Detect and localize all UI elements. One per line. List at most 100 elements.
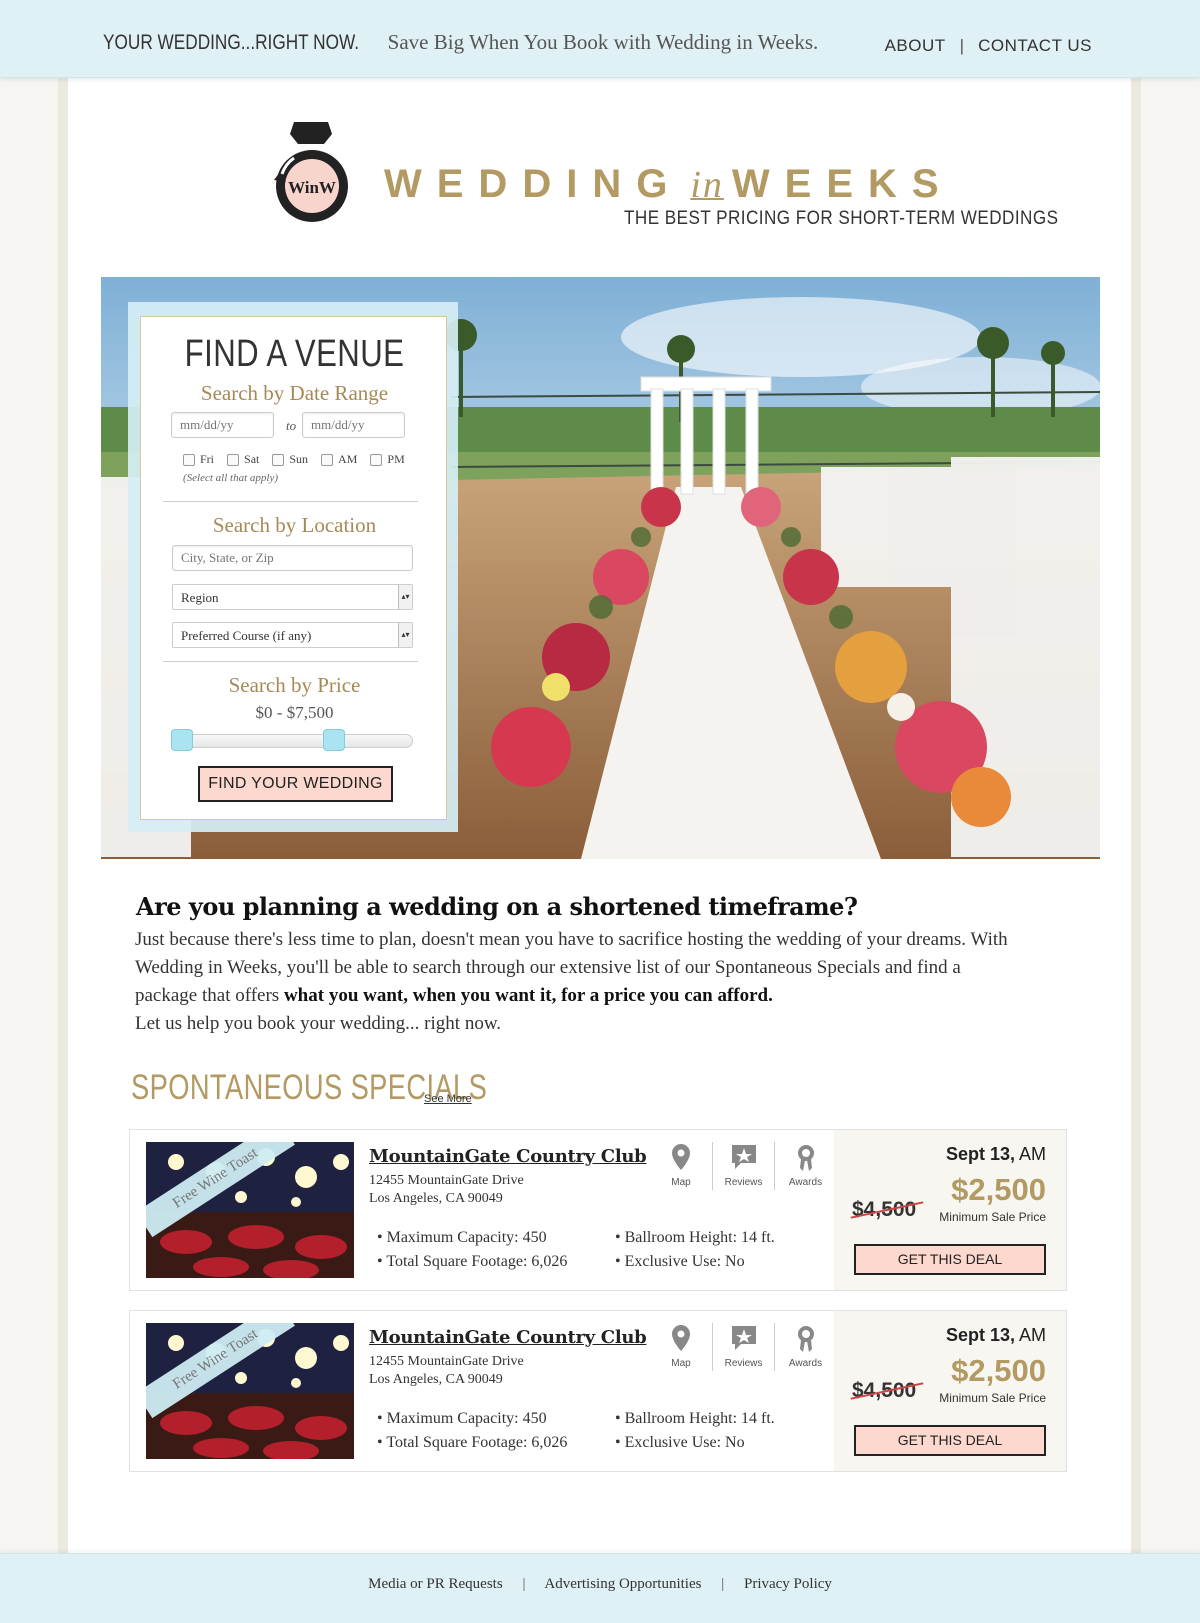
- map-label: Map: [671, 1177, 691, 1188]
- event-date-time: AM: [1014, 1144, 1046, 1164]
- get-deal-button[interactable]: GET THIS DEAL: [854, 1244, 1046, 1275]
- day-checkboxes: Fri Sat Sun AM PM: [183, 452, 405, 467]
- footer-separator: |: [721, 1576, 725, 1592]
- checkbox-sun[interactable]: Sun: [272, 452, 308, 467]
- date-range-heading: Search by Date Range: [200, 381, 389, 405]
- checkbox-am[interactable]: AM: [321, 452, 357, 467]
- reviews-action[interactable]: Reviews: [712, 1323, 774, 1371]
- map-pin-icon: [672, 1144, 690, 1170]
- special-card: Free Wine Toast MountainGate Country Clu…: [129, 1310, 1067, 1472]
- brand-wordmark: WEDDING in WEEKS: [384, 162, 954, 207]
- region-select[interactable]: Region ▴▾: [172, 584, 413, 610]
- price-heading: Search by Price: [228, 673, 361, 697]
- price-panel: Sept 13, AM $2,500 $4,500 Minimum Sale P…: [834, 1311, 1066, 1471]
- event-date: Sept 13, AM: [946, 1325, 1046, 1346]
- reviews-label: Reviews: [724, 1177, 763, 1188]
- to-label: to: [286, 418, 297, 433]
- section-divider: [163, 661, 418, 662]
- awards-label: Awards: [788, 1358, 823, 1369]
- location-heading: Search by Location: [212, 513, 377, 537]
- date-to-input[interactable]: [302, 412, 405, 438]
- event-date-time: AM: [1014, 1325, 1046, 1345]
- tagline-bold: YOUR WEDDING...RIGHT NOW.: [103, 31, 360, 54]
- see-more-link[interactable]: See More: [424, 1093, 472, 1105]
- venue-name-link[interactable]: MountainGate Country Club: [369, 1327, 647, 1348]
- checkbox-label: PM: [387, 452, 405, 466]
- address-line-2: Los Angeles, CA 90049: [369, 1191, 503, 1206]
- site-logo[interactable]: WinW WEDDING in WEEKS THE BEST PRICING FOR…: [272, 122, 1058, 242]
- features-column-left: • Maximum Capacity: 450 • Total Square F…: [377, 1407, 567, 1455]
- ring-logo-icon: WinW: [274, 122, 348, 222]
- price-range-value: $0 - $7,500: [255, 703, 334, 722]
- get-deal-button[interactable]: GET THIS DEAL: [854, 1425, 1046, 1456]
- map-action[interactable]: Map: [650, 1142, 712, 1190]
- price-panel: Sept 13, AM $2,500 $4,500 Minimum Sale P…: [834, 1130, 1066, 1290]
- price-slider-max-handle[interactable]: [322, 729, 345, 751]
- price-slider[interactable]: [171, 729, 413, 751]
- min-sale-label: Minimum Sale Price: [939, 1391, 1046, 1405]
- location-input[interactable]: [172, 545, 413, 571]
- checkbox-pm[interactable]: PM: [370, 452, 405, 467]
- nav-contact-link[interactable]: CONTACT US: [978, 36, 1092, 56]
- footer-link-advertising[interactable]: Advertising Opportunities: [544, 1576, 701, 1592]
- checkbox-box[interactable]: [227, 453, 240, 466]
- select-arrow-icon: ▴▾: [398, 585, 412, 609]
- reviews-label: Reviews: [724, 1358, 763, 1369]
- original-price: $4,500: [850, 1379, 924, 1403]
- awards-label: Awards: [788, 1177, 823, 1188]
- feature-item: • Exclusive Use: No: [615, 1253, 745, 1270]
- checkbox-box[interactable]: [321, 453, 334, 466]
- intro-paragraph: Just because there's less time to plan, …: [135, 926, 1015, 1038]
- reviews-star-icon: [731, 1326, 756, 1350]
- checkbox-box[interactable]: [183, 453, 195, 466]
- footer: Media or PR Requests | Advertising Oppor…: [0, 1553, 1200, 1623]
- awards-action[interactable]: Awards: [774, 1142, 836, 1190]
- brand-wedding: WEDDING: [384, 162, 683, 206]
- venue-action-icons: Map Reviews Awards: [650, 1142, 836, 1190]
- date-from-input[interactable]: [171, 412, 274, 438]
- map-action[interactable]: Map: [650, 1323, 712, 1371]
- event-date: Sept 13, AM: [946, 1144, 1046, 1165]
- venue-thumbnail[interactable]: Free Wine Toast: [146, 1142, 354, 1278]
- checkbox-fri[interactable]: Fri: [183, 452, 214, 467]
- tagline-rest: Save Big When You Book with Wedding in W…: [387, 30, 819, 54]
- intro-body-end: Let us help you book your wedding... rig…: [135, 1013, 502, 1034]
- checkbox-label: Sun: [289, 452, 309, 466]
- special-card: Free Wine Toast MountainGate Country Clu…: [129, 1129, 1067, 1291]
- nav-about-link[interactable]: ABOUT: [885, 36, 946, 56]
- footer-links: Media or PR Requests | Advertising Oppor…: [0, 1576, 1200, 1593]
- footer-separator: |: [522, 1576, 526, 1592]
- select-arrow-icon: ▴▾: [398, 623, 412, 647]
- venue-thumbnail[interactable]: Free Wine Toast: [146, 1323, 354, 1459]
- footer-link-privacy[interactable]: Privacy Policy: [744, 1576, 832, 1592]
- checkbox-sat[interactable]: Sat: [227, 452, 259, 467]
- original-price: $4,500: [850, 1198, 924, 1222]
- venue-finder-form: FIND A VENUE Search by Date Range to Fri…: [140, 316, 447, 820]
- address-line-1: 12455 MountainGate Drive: [369, 1354, 524, 1369]
- venue-name-link[interactable]: MountainGate Country Club: [369, 1146, 647, 1167]
- find-wedding-button[interactable]: FIND YOUR WEDDING: [198, 766, 393, 802]
- map-label: Map: [671, 1358, 691, 1369]
- reviews-action[interactable]: Reviews: [712, 1142, 774, 1190]
- intro-heading: Are you planning a wedding on a shortene…: [136, 892, 858, 921]
- feature-item: • Ballroom Height: 14 ft.: [615, 1410, 775, 1427]
- features-column-left: • Maximum Capacity: 450 • Total Square F…: [377, 1226, 567, 1274]
- feature-item: • Total Square Footage: 6,026: [377, 1434, 568, 1451]
- reviews-star-icon: [731, 1145, 756, 1169]
- features-column-right: • Ballroom Height: 14 ft. • Exclusive Us…: [615, 1226, 775, 1274]
- checkbox-box[interactable]: [272, 453, 285, 466]
- map-pin-icon: [672, 1325, 690, 1351]
- address-line-1: 12455 MountainGate Drive: [369, 1173, 524, 1188]
- award-ribbon-icon: [797, 1145, 814, 1171]
- course-select[interactable]: Preferred Course (if any) ▴▾: [172, 622, 413, 648]
- checkbox-box[interactable]: [370, 453, 383, 466]
- event-date-day: Sept 13,: [945, 1325, 1015, 1345]
- intro-body-bold: what you want, when you want it, for a p…: [283, 985, 773, 1006]
- finder-title: FIND A VENUE: [184, 333, 405, 375]
- price-slider-min-handle[interactable]: [171, 729, 193, 751]
- footer-link-media[interactable]: Media or PR Requests: [368, 1576, 503, 1592]
- nav-separator: |: [959, 36, 965, 55]
- awards-action[interactable]: Awards: [774, 1323, 836, 1371]
- section-divider: [163, 501, 418, 502]
- venue-address: 12455 MountainGate Drive Los Angeles, CA…: [369, 1172, 524, 1208]
